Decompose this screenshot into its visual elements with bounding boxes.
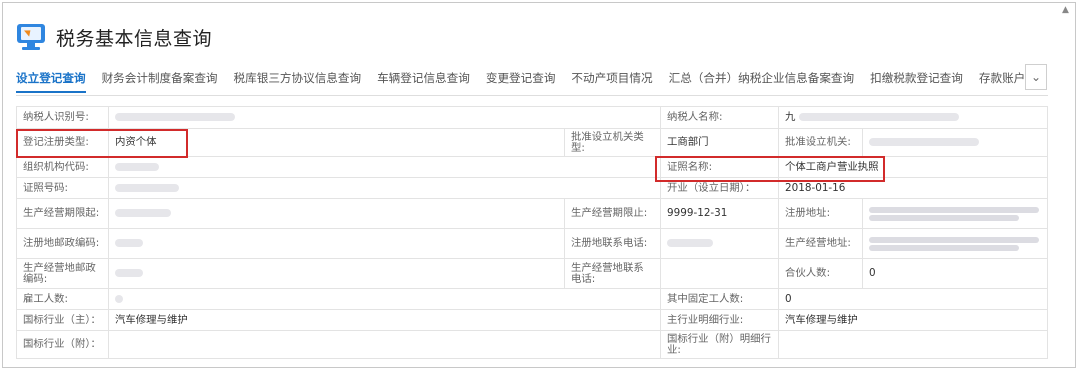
industry-main-detail-label: 主行业明细行业: — [660, 309, 780, 331]
tab-consolidated-tax-filing[interactable]: 汇总（合并）纳税企业信息备案查询 — [669, 64, 855, 92]
tab-bar: 设立登记查询 财务会计制度备案查询 税库银三方协议信息查询 车辆登记信息查询 变… — [16, 62, 1026, 94]
chevron-down-icon[interactable]: ⌄ — [1025, 64, 1047, 90]
cert-no-value — [107, 177, 662, 199]
industry-sub-label: 国标行业（附）： — [16, 330, 109, 359]
tab-divider — [16, 95, 1048, 96]
approval-org-type-label: 批准设立机关类型: — [563, 128, 662, 157]
approval-org-label: 批准设立机关: — [778, 128, 864, 157]
tab-vehicle-registration[interactable]: 车辆登记信息查询 — [377, 64, 470, 92]
industry-main-label: 国标行业（主）： — [16, 309, 109, 331]
reg-phone-value — [660, 228, 780, 259]
org-code-value — [107, 156, 662, 178]
monitor-icon — [16, 22, 46, 52]
op-addr-label: 生产经营地址: — [778, 228, 864, 259]
reg-post-value — [108, 228, 565, 259]
reg-addr-label: 注册地址: — [778, 198, 864, 229]
op-start-value — [108, 198, 565, 229]
tab-withholding-registration[interactable]: 扣缴税款登记查询 — [870, 64, 963, 92]
op-phone-value — [660, 258, 780, 289]
approval-org-type-value: 工商部门 — [660, 128, 780, 157]
employees-value — [107, 288, 662, 310]
industry-sub-detail-label: 国标行业（附）明细行业: — [660, 330, 780, 359]
partners-value: 0 — [862, 258, 1049, 289]
reg-phone-label: 注册地联系电话: — [563, 228, 662, 259]
approval-org-value — [862, 128, 1049, 157]
op-post-label: 生产经营地邮政编码: — [16, 258, 109, 289]
industry-sub-value — [107, 330, 662, 359]
op-addr-value — [862, 228, 1049, 259]
tab-tripartite-agreement[interactable]: 税库银三方协议信息查询 — [234, 64, 362, 92]
taxpayer-id-value — [107, 106, 662, 129]
page-title: 税务基本信息查询 — [56, 27, 213, 50]
highlight-cert-name — [655, 156, 885, 182]
partners-label: 合伙人数: — [778, 258, 864, 289]
cert-no-label: 证照号码: — [16, 177, 109, 199]
fixed-workers-label: 其中固定工人数: — [660, 288, 780, 310]
tab-setup-registration[interactable]: 设立登记查询 — [16, 64, 86, 93]
op-end-value: 9999-12-31 — [660, 198, 780, 229]
taxpayer-name-label: 纳税人名称: — [660, 106, 780, 129]
employees-label: 雇工人数: — [16, 288, 109, 310]
fixed-workers-value: 0 — [778, 288, 1049, 310]
tab-real-estate-project[interactable]: 不动产项目情况 — [571, 64, 652, 92]
op-end-label: 生产经营期限止: — [563, 198, 662, 229]
op-post-value — [108, 258, 565, 289]
reg-post-label: 注册地邮政编码: — [16, 228, 109, 259]
reg-addr-value — [862, 198, 1049, 229]
taxpayer-id-label: 纳税人识别号: — [16, 106, 109, 129]
industry-main-detail-value: 汽车修理与维护 — [778, 309, 1049, 331]
tab-accounting-filing[interactable]: 财务会计制度备案查询 — [102, 64, 218, 92]
op-start-label: 生产经营期限起: — [16, 198, 109, 229]
industry-sub-detail-value — [778, 330, 1049, 359]
industry-main-value: 汽车修理与维护 — [107, 309, 662, 331]
highlight-reg-type — [16, 129, 188, 158]
page-header: 税务基本信息查询 — [16, 20, 212, 54]
scroll-up-icon[interactable]: ▲ — [1062, 6, 1070, 15]
taxpayer-name-value: 九 — [778, 106, 1049, 129]
org-code-label: 组织机构代码: — [16, 156, 109, 178]
op-phone-label: 生产经营地联系电话: — [563, 258, 662, 289]
tab-change-registration[interactable]: 变更登记查询 — [486, 64, 556, 92]
tab-deposit-account[interactable]: 存款账户账 — [979, 64, 1026, 92]
